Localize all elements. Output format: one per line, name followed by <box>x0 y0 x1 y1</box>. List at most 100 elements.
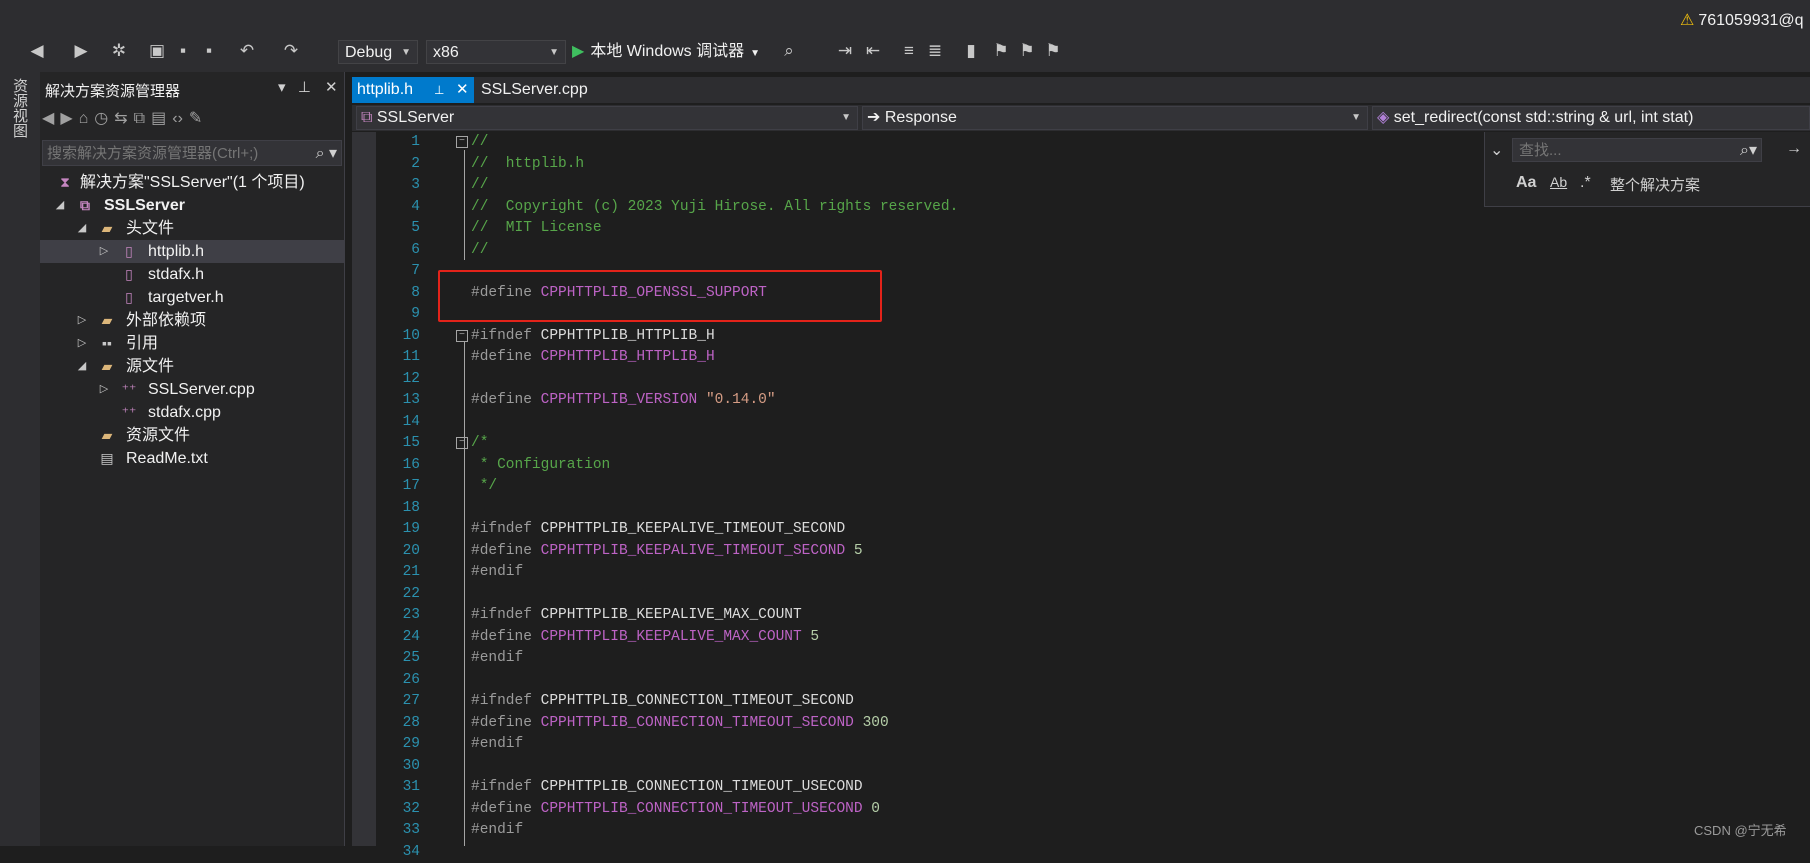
tree-item-solution[interactable]: ⧗ 解决方案"SSLServer"(1 个项目) <box>40 171 344 194</box>
fold-toggle-icon[interactable]: − <box>456 136 468 148</box>
collapse-all-icon[interactable]: ⧉ <box>134 110 145 127</box>
resource-view-tab[interactable]: 资源视图 <box>10 78 30 138</box>
next-bookmark-icon[interactable]: ⚑ <box>1016 40 1038 62</box>
undo-icon[interactable]: ↶ <box>236 40 258 62</box>
tree-item-stdafx-cpp[interactable]: ⁺⁺ stdafx.cpp <box>40 401 344 424</box>
expand-arrow-icon[interactable]: ▷ <box>76 309 88 332</box>
code-line[interactable]: 16 * Configuration <box>376 455 1806 476</box>
collapse-arrow-icon[interactable]: ◢ <box>76 355 88 378</box>
save-all-icon[interactable]: ▪ <box>198 40 220 62</box>
close-icon[interactable]: ✕ <box>325 79 338 96</box>
prev-bookmark-icon[interactable]: ⚑ <box>990 40 1012 62</box>
match-case-toggle[interactable]: Aa <box>1516 174 1536 192</box>
fold-toggle-icon[interactable]: − <box>456 329 468 342</box>
show-all-files-icon[interactable]: ▤ <box>151 110 166 127</box>
code-line[interactable]: 15 −/* <box>376 433 1806 454</box>
code-line[interactable]: 14 <box>376 412 1806 433</box>
tree-item-external-deps[interactable]: ▷ ▰ 外部依赖项 <box>40 309 344 332</box>
forward-icon[interactable]: ▶ <box>60 110 72 127</box>
comment-icon[interactable]: ≡ <box>898 40 920 62</box>
tree-item-stdafx-h[interactable]: ▯ stdafx.h <box>40 263 344 286</box>
clear-bookmarks-icon[interactable]: ⚑ <box>1042 40 1064 62</box>
whole-word-toggle[interactable]: Ab <box>1550 174 1567 190</box>
code-line[interactable]: 23 #ifndef CPPHTTPLIB_KEEPALIVE_MAX_COUNT <box>376 605 1806 626</box>
explorer-search-box[interactable]: ⌕ ▾ <box>42 140 342 166</box>
expand-arrow-icon[interactable]: ▷ <box>98 378 110 401</box>
redo-icon[interactable]: ↷ <box>280 40 302 62</box>
code-line[interactable]: 25 #endif <box>376 648 1806 669</box>
tree-item-header-files[interactable]: ◢ ▰ 头文件 <box>40 217 344 240</box>
tree-item-httplib-h[interactable]: ▷ ▯ httplib.h <box>40 240 344 263</box>
chevron-down-icon[interactable]: ⌄ <box>1490 140 1503 160</box>
open-file-icon[interactable]: ▣ <box>146 40 168 62</box>
member-dropdown[interactable]: ◈ set_redirect(const std::string & url, … <box>1372 106 1810 130</box>
back-icon[interactable]: ◀ <box>26 40 48 62</box>
pin-icon[interactable]: ⊥ <box>298 79 311 96</box>
code-line[interactable]: 27 #ifndef CPPHTTPLIB_CONNECTION_TIMEOUT_… <box>376 691 1806 712</box>
code-line[interactable]: 31 #ifndef CPPHTTPLIB_CONNECTION_TIMEOUT_… <box>376 777 1806 798</box>
home-icon[interactable]: ⌂ <box>79 110 89 127</box>
search-icon[interactable]: ⌕▾ <box>1740 140 1757 160</box>
tab-httplib-h[interactable]: httplib.h ⊥ ✕ <box>352 77 474 103</box>
properties-icon[interactable]: ✎ <box>189 110 202 127</box>
code-line[interactable]: 21 #endif <box>376 562 1806 583</box>
back-icon[interactable]: ◀ <box>42 110 54 127</box>
platform-select[interactable]: x86 ▼ <box>426 40 566 64</box>
code-line[interactable]: 22 <box>376 584 1806 605</box>
account-area[interactable]: ⚠ 761059931@q <box>1680 10 1804 30</box>
dropdown-icon[interactable]: ▾ <box>278 79 286 96</box>
new-project-icon[interactable]: ✲ <box>108 40 130 62</box>
tree-item-targetver-h[interactable]: ▯ targetver.h <box>40 286 344 309</box>
regex-toggle-icon[interactable]: .* <box>1580 174 1591 192</box>
code-line[interactable]: 18 <box>376 498 1806 519</box>
tree-item-sslserver-cpp[interactable]: ▷ ⁺⁺ SSLServer.cpp <box>40 378 344 401</box>
expand-arrow-icon[interactable]: ▷ <box>98 240 110 263</box>
code-line[interactable]: 10 − #ifndef CPPHTTPLIB_HTTPLIB_H <box>376 326 1806 347</box>
tree-item-source-files[interactable]: ◢ ▰ 源文件 <box>40 355 344 378</box>
code-line[interactable]: 11 #define CPPHTTPLIB_HTTPLIB_H <box>376 347 1806 368</box>
view-code-icon[interactable]: ‹› <box>172 110 183 127</box>
search-icon[interactable]: ⌕ ▾ <box>316 143 337 163</box>
code-line[interactable]: 13 #define CPPHTTPLIB_VERSION "0.14.0" <box>376 390 1806 411</box>
fold-toggle-icon[interactable]: − <box>456 437 468 449</box>
code-line[interactable]: 30 <box>376 756 1806 777</box>
code-line[interactable]: 17 */ <box>376 476 1806 497</box>
save-icon[interactable]: ▪ <box>172 40 194 62</box>
code-line[interactable]: 20 #define CPPHTTPLIB_KEEPALIVE_TIMEOUT_S… <box>376 541 1806 562</box>
find-next-icon[interactable]: → <box>1786 140 1802 158</box>
find-input[interactable] <box>1512 138 1762 162</box>
tab-sslserver-cpp[interactable]: SSLServer.cpp <box>481 77 588 103</box>
pin-icon[interactable]: ⊥ <box>434 77 444 103</box>
tree-item-readme[interactable]: ▤ ReadMe.txt <box>40 447 344 470</box>
code-line[interactable]: 34 <box>376 842 1806 863</box>
code-line[interactable]: 26 <box>376 670 1806 691</box>
project-dropdown[interactable]: ⧉ SSLServer ▼ <box>356 106 858 130</box>
collapse-arrow-icon[interactable]: ◢ <box>54 194 66 217</box>
code-line[interactable]: 32 #define CPPHTTPLIB_CONNECTION_TIMEOUT_… <box>376 799 1806 820</box>
code-line[interactable]: 33 #endif <box>376 820 1806 841</box>
forward-icon[interactable]: ▶ <box>70 40 92 62</box>
sync-icon[interactable]: ⇆ <box>114 110 127 127</box>
code-line[interactable]: 24 #define CPPHTTPLIB_KEEPALIVE_MAX_COUNT… <box>376 627 1806 648</box>
step-icon[interactable]: ⇥ <box>834 40 856 62</box>
tree-item-project[interactable]: ◢ ⧉ SSLServer <box>40 194 344 217</box>
find-in-files-icon[interactable]: ⌕ <box>778 40 800 62</box>
code-line[interactable]: 29 #endif <box>376 734 1806 755</box>
code-line[interactable]: 12 <box>376 369 1806 390</box>
expand-arrow-icon[interactable]: ▷ <box>76 332 88 355</box>
close-icon[interactable]: ✕ <box>456 77 469 103</box>
code-line[interactable]: 5 // MIT License <box>376 218 1806 239</box>
collapse-arrow-icon[interactable]: ◢ <box>76 217 88 240</box>
history-icon[interactable]: ◷ <box>94 110 108 127</box>
configuration-select[interactable]: Debug ▼ <box>338 40 418 64</box>
find-scope[interactable]: 整个解决方案 <box>1610 174 1700 195</box>
bookmark-icon[interactable]: ▮ <box>960 40 982 62</box>
code-line[interactable]: 6 // <box>376 240 1806 261</box>
scope-dropdown[interactable]: ➔ Response ▼ <box>862 106 1368 130</box>
explorer-search-input[interactable] <box>47 143 297 163</box>
code-line[interactable]: 19 #ifndef CPPHTTPLIB_KEEPALIVE_TIMEOUT_S… <box>376 519 1806 540</box>
start-debugging-button[interactable]: ▶ 本地 Windows 调试器 ▼ <box>572 40 760 66</box>
tree-item-references[interactable]: ▷ ▪▪ 引用 <box>40 332 344 355</box>
tree-item-resource-files[interactable]: ▰ 资源文件 <box>40 424 344 447</box>
uncomment-icon[interactable]: ≣ <box>924 40 946 62</box>
